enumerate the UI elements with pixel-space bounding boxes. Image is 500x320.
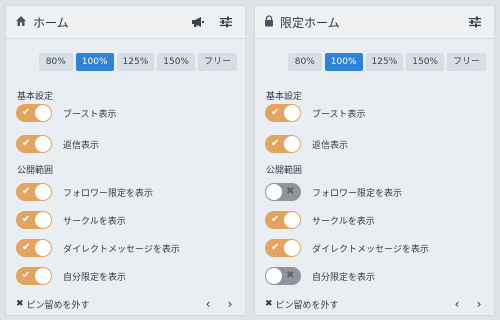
check-icon: ✔ [22,242,31,253]
check-icon: ✔ [271,138,280,149]
follower-only-toggle[interactable]: ✔ [16,183,52,201]
zoom-150-button[interactable]: 150% [406,53,444,71]
circle-toggle[interactable]: ✔ [16,211,52,229]
column-title: ホーム [33,15,69,30]
toggle-row-reply: ✔ 返信表示 [265,135,348,153]
boost-toggle[interactable]: ✔ [16,104,52,122]
self-only-toggle[interactable]: ✔ [16,267,52,285]
toggle-row-direct: ✔ ダイレクトメッセージを表示 [265,239,429,257]
check-icon: ✔ [22,138,31,149]
column-title: 限定ホーム [280,15,340,30]
toggle-row-follower: ✔ フォロワー限定を表示 [16,183,153,201]
chevron-right-icon[interactable]: › [223,297,237,311]
toggle-row-boost: ✔ ブースト表示 [265,104,366,122]
toggle-label: 返信表示 [63,140,100,151]
check-icon: ✔ [271,214,280,225]
toggle-label: サークルを表示 [63,216,126,227]
home-icon [15,15,27,30]
column-header[interactable]: ホーム [6,6,245,39]
zoom-80-button[interactable]: 80% [38,53,73,71]
reply-toggle[interactable]: ✔ [16,135,52,153]
reply-toggle[interactable]: ✔ [265,135,301,153]
toggle-row-self: ✖ 自分限定を表示 [265,267,375,285]
section-title-visibility: 公開範囲 [266,166,303,176]
chevron-left-icon[interactable]: ‹ [450,297,464,311]
zoom-150-button[interactable]: 150% [157,53,195,71]
toggle-label: ブースト表示 [312,109,366,120]
close-icon: ✖ [265,299,273,309]
check-icon: ✔ [271,242,280,253]
zoom-125-button[interactable]: 125% [116,53,155,71]
toggle-label: 自分限定を表示 [312,272,376,283]
column-footer: ✖ ピン留めを外す ‹ › [265,297,486,311]
self-only-toggle[interactable]: ✖ [265,267,301,285]
toggle-row-self: ✔ 自分限定を表示 [16,267,126,285]
toggle-label: 返信表示 [312,140,349,151]
column-settings-panel: 80% 100% 125% 150% フリー 基本設定 ✔ ブースト表示 ✔ 返… [6,39,245,315]
x-icon: ✖ [286,270,295,281]
section-title-visibility: 公開範囲 [17,166,54,176]
check-icon: ✔ [22,186,31,197]
toggle-label: 自分限定を表示 [63,272,127,283]
column-title-wrap: 限定ホーム [264,14,457,31]
column-limited-home: 限定ホーム 80% 100% 125% 150% フリー 基本設定 ✔ ブースト… [254,5,495,316]
column-footer: ✖ ピン留めを外す ‹ › [16,297,237,311]
unpin-button[interactable]: ✖ ピン留めを外す [265,298,442,311]
zoom-100-button[interactable]: 100% [75,53,114,71]
check-icon: ✔ [22,214,31,225]
toggle-row-reply: ✔ 返信表示 [16,135,99,153]
toggle-row-circle: ✔ サークルを表示 [265,211,375,229]
section-title-basic: 基本設定 [17,92,54,102]
app-root: ホーム 80% 100% 125% 150% フリー 基本設定 ✔ ブースト表示… [0,0,500,320]
unpin-label: ピン留めを外す [26,300,90,311]
zoom-options: 80% 100% 125% 150% フリー [38,53,237,71]
chevron-left-icon[interactable]: ‹ [201,297,215,311]
column-title-wrap: ホーム [15,14,180,31]
column-header[interactable]: 限定ホーム [255,6,494,39]
toggle-label: ダイレクトメッセージを表示 [312,244,429,255]
column-settings-icon[interactable] [216,12,236,32]
x-icon: ✖ [286,186,295,197]
check-icon: ✔ [271,107,280,118]
column-settings-icon[interactable] [465,12,485,32]
lock-icon [264,14,274,30]
zoom-options: 80% 100% 125% 150% フリー [287,53,486,71]
toggle-label: フォロワー限定を表示 [312,188,403,199]
unpin-label: ピン留めを外す [275,300,339,311]
toggle-label: ダイレクトメッセージを表示 [63,244,180,255]
toggle-label: ブースト表示 [63,109,117,120]
toggle-label: サークルを表示 [312,216,375,227]
zoom-80-button[interactable]: 80% [287,53,322,71]
follower-only-toggle[interactable]: ✖ [265,183,301,201]
zoom-100-button[interactable]: 100% [324,53,363,71]
zoom-125-button[interactable]: 125% [365,53,404,71]
toggle-row-circle: ✔ サークルを表示 [16,211,126,229]
zoom-free-button[interactable]: フリー [197,53,237,71]
section-title-basic: 基本設定 [266,92,303,102]
direct-message-toggle[interactable]: ✔ [16,239,52,257]
circle-toggle[interactable]: ✔ [265,211,301,229]
toggle-row-follower: ✖ フォロワー限定を表示 [265,183,402,201]
check-icon: ✔ [22,270,31,281]
unpin-button[interactable]: ✖ ピン留めを外す [16,298,193,311]
boost-toggle[interactable]: ✔ [265,104,301,122]
toggle-label: フォロワー限定を表示 [63,188,154,199]
check-icon: ✔ [22,107,31,118]
toggle-row-direct: ✔ ダイレクトメッセージを表示 [16,239,180,257]
zoom-free-button[interactable]: フリー [446,53,486,71]
chevron-right-icon[interactable]: › [472,297,486,311]
toggle-row-boost: ✔ ブースト表示 [16,104,117,122]
column-settings-panel: 80% 100% 125% 150% フリー 基本設定 ✔ ブースト表示 ✔ 返… [255,39,494,315]
direct-message-toggle[interactable]: ✔ [265,239,301,257]
column-home: ホーム 80% 100% 125% 150% フリー 基本設定 ✔ ブースト表示… [5,5,246,316]
announcement-icon[interactable] [188,12,208,32]
close-icon: ✖ [16,299,24,309]
